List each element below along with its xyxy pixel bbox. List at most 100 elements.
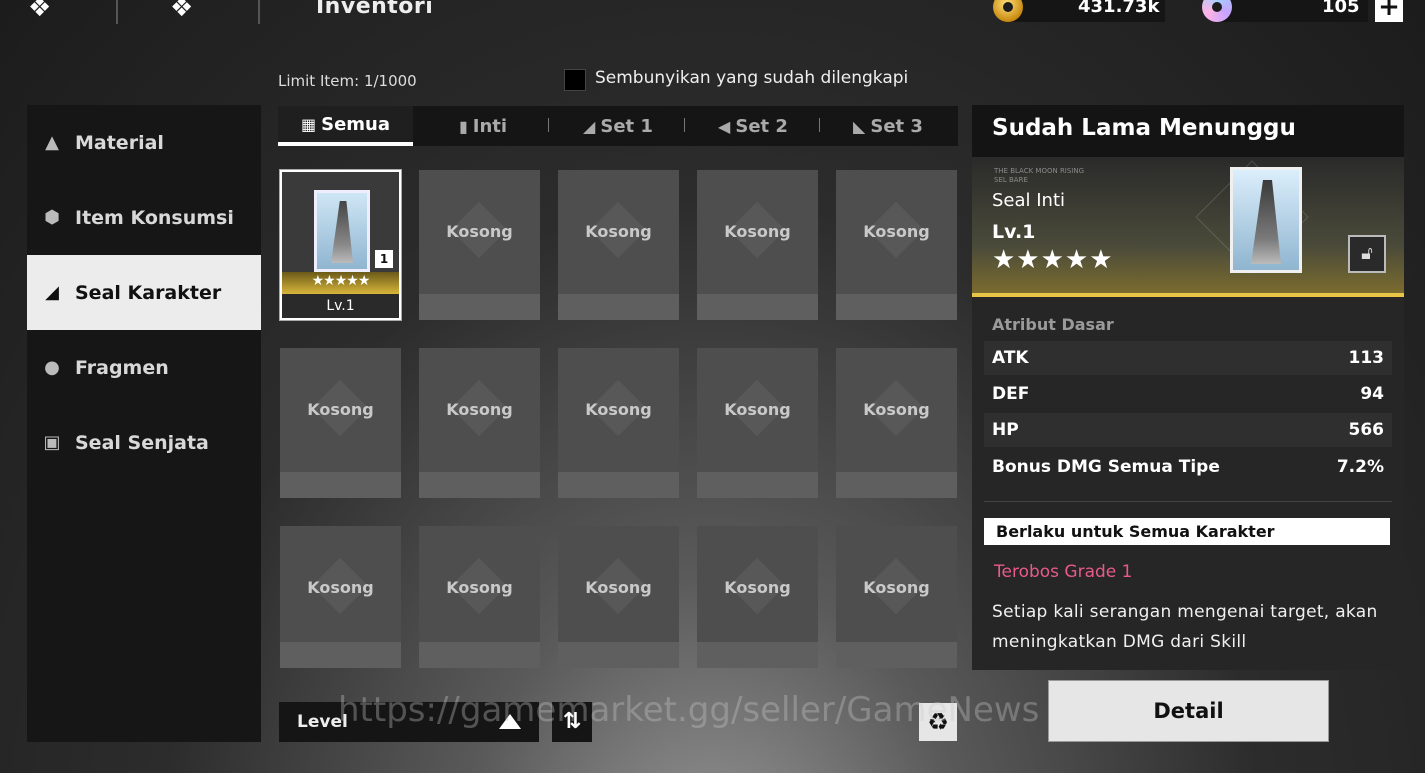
inventory-slot-empty[interactable]: Kosong: [697, 348, 818, 498]
set1-icon: ◢: [583, 116, 596, 136]
item-stars: ★★★★★: [992, 245, 1114, 275]
inventory-slot-empty[interactable]: Kosong: [697, 526, 818, 668]
top-bar: ❖ ❖ Inventori 431.73k 105 +: [0, 0, 1425, 30]
set2-icon: ◀: [718, 116, 731, 136]
weapon-seal-icon: ▣: [43, 432, 61, 453]
set3-icon: ◣: [853, 116, 866, 136]
tab-set-2[interactable]: ◀ Set 2: [703, 106, 803, 146]
material-icon: ▲: [45, 132, 59, 153]
attribute-value: 94: [1360, 384, 1384, 404]
sidebar-item-seal-karakter[interactable]: ◢ Seal Karakter: [27, 255, 261, 330]
tab-label: Semua: [321, 113, 390, 135]
tab-semua[interactable]: ▦ Semua: [278, 106, 413, 146]
attribute-name: Bonus DMG Semua Tipe: [992, 457, 1220, 477]
menu-icon[interactable]: ❖: [28, 0, 51, 21]
item-level: Lv.1: [992, 221, 1036, 243]
attributes-heading: Atribut Dasar: [992, 315, 1114, 334]
detail-button[interactable]: Detail: [1049, 681, 1328, 741]
tab-label: Set 2: [735, 115, 788, 137]
sidebar-item-item-konsumsi[interactable]: ⬢ Item Konsumsi: [27, 180, 261, 255]
slot-footer: [558, 472, 679, 498]
inventory-slot-empty[interactable]: Kosong: [836, 170, 957, 320]
inventory-slot-empty[interactable]: Kosong: [836, 526, 957, 668]
tab-label: Set 3: [870, 115, 923, 137]
panel-title-bar: Sudah Lama Menunggu: [972, 105, 1404, 157]
empty-label: Kosong: [446, 222, 513, 241]
sidebar-item-seal-senjata[interactable]: ▣ Seal Senjata: [27, 405, 261, 480]
sidebar-item-label: Seal Senjata: [75, 431, 209, 454]
sidebar-item-label: Material: [75, 131, 164, 154]
inventory-slot-empty[interactable]: Kosong: [558, 170, 679, 320]
empty-label: Kosong: [724, 578, 791, 597]
tab-divider: [548, 118, 549, 132]
inventory-slot-empty[interactable]: Kosong: [558, 526, 679, 668]
slot-footer: [419, 472, 540, 498]
sidebar-item-label: Fragmen: [75, 356, 169, 379]
slot-footer: [836, 472, 957, 498]
sidebar-item-material[interactable]: ▲ Material: [27, 105, 261, 180]
filter-tabs: ▦ Semua ▮ Inti ◢ Set 1 ◀ Set 2 ◣ Set 3: [278, 106, 958, 146]
sidebar-item-label: Seal Karakter: [75, 281, 222, 304]
attribute-value: 7.2%: [1336, 457, 1384, 477]
slot-footer: [697, 294, 818, 320]
inventory-slot-empty[interactable]: Kosong: [280, 526, 401, 668]
apply-scope-banner: Berlaku untuk Semua Karakter: [984, 518, 1390, 545]
effect-description: Setiap kali serangan mengenai target, ak…: [992, 602, 1378, 652]
slot-footer: [558, 294, 679, 320]
item-level: Lv.1: [282, 294, 399, 318]
sidebar-item-label: Item Konsumsi: [75, 206, 234, 229]
slot-footer: [697, 472, 818, 498]
limit-value: 1/1000: [363, 72, 417, 90]
item-hero: THE BLACK MOON RISING SEL BARE Seal Inti…: [972, 157, 1404, 297]
sidebar-item-fragmen[interactable]: ● Fragmen: [27, 330, 261, 405]
inventory-slot-empty[interactable]: Kosong: [419, 348, 540, 498]
tab-set-1[interactable]: ◢ Set 1: [568, 106, 668, 146]
tab-inti[interactable]: ▮ Inti: [428, 106, 538, 146]
grid-icon: ▦: [300, 114, 317, 134]
home-icon[interactable]: ❖: [170, 0, 193, 21]
gem-value: 105: [1322, 0, 1360, 17]
attribute-value: 566: [1348, 420, 1385, 440]
item-tiny-caption: THE BLACK MOON RISING SEL BARE: [994, 167, 1084, 185]
unlock-icon: 🔓︎: [1361, 243, 1373, 264]
empty-label: Kosong: [585, 578, 652, 597]
divider: [984, 501, 1392, 502]
inventory-slot-empty[interactable]: Kosong: [558, 348, 679, 498]
hide-equipped-label[interactable]: Sembunyikan yang sudah dilengkapi: [595, 68, 908, 88]
attribute-name: DEF: [992, 384, 1030, 404]
inventory-slot-empty[interactable]: Kosong: [280, 348, 401, 498]
attribute-row: DEF 94: [984, 377, 1392, 411]
watermark: https://gamemarket.gg/seller/GameNews: [338, 690, 1040, 730]
fragment-icon: ●: [44, 357, 60, 378]
empty-label: Kosong: [724, 222, 791, 241]
gold-value: 431.73k: [1078, 0, 1160, 17]
slot-footer: [558, 642, 679, 668]
item-type: Seal Inti: [992, 190, 1066, 211]
tab-set-3[interactable]: ◣ Set 3: [838, 106, 938, 146]
page-title: Inventori: [316, 0, 434, 19]
lock-button[interactable]: 🔓︎: [1348, 235, 1386, 273]
slot-footer: [419, 294, 540, 320]
attribute-value: 113: [1348, 348, 1385, 368]
inventory-slot-empty[interactable]: Kosong: [836, 348, 957, 498]
item-detail-panel: Sudah Lama Menunggu THE BLACK MOON RISIN…: [972, 105, 1404, 670]
slot-footer: [697, 642, 818, 668]
rarity-stars: ★★★★★: [311, 273, 371, 289]
tiny-caption-line: THE BLACK MOON RISING: [994, 167, 1085, 175]
tab-divider: [819, 118, 820, 132]
limit-label: Limit Item:: [278, 72, 360, 90]
inventory-slot-empty[interactable]: Kosong: [697, 170, 818, 320]
category-sidebar: ▲ Material ⬢ Item Konsumsi ◢ Seal Karakt…: [27, 105, 261, 742]
inventory-slot-empty[interactable]: Kosong: [419, 170, 540, 320]
attribute-row: Bonus DMG Semua Tipe 7.2%: [984, 450, 1392, 484]
empty-label: Kosong: [585, 400, 652, 419]
inventory-slot-filled[interactable]: ★★★★★ 1 Lv.1: [279, 169, 402, 321]
inventory-slot-empty[interactable]: Kosong: [419, 526, 540, 668]
hide-equipped-checkbox[interactable]: [564, 69, 586, 91]
item-limit: Limit Item: 1/1000: [278, 72, 417, 90]
tab-label: Set 1: [600, 115, 653, 137]
add-currency-button[interactable]: +: [1375, 0, 1403, 22]
divider: [116, 0, 118, 24]
slot-footer: [280, 642, 401, 668]
item-quantity: 1: [375, 250, 393, 268]
